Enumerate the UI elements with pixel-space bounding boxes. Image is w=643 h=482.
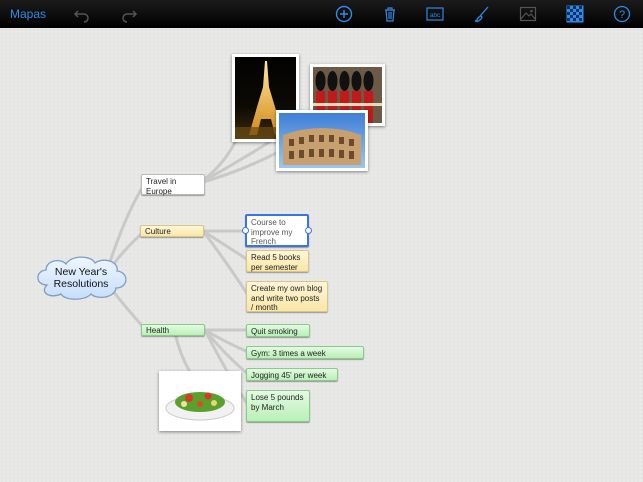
branch-culture[interactable]: Culture <box>140 225 204 237</box>
node-jogging[interactable]: Jogging 45' per week <box>246 368 338 381</box>
node-read-books[interactable]: Read 5 books per semester <box>246 250 309 272</box>
node-french-course[interactable]: Course to improve my French <box>245 214 309 247</box>
branch-health[interactable]: Health <box>141 324 205 336</box>
node-quit-smoking[interactable]: Quit smoking <box>246 324 310 337</box>
node-lose-weight[interactable]: Lose 5 pounds by March <box>246 390 310 422</box>
central-topic-label: New Year's Resolutions <box>53 266 109 290</box>
salad-photo[interactable] <box>159 371 241 431</box>
resize-handle-right[interactable] <box>305 227 312 234</box>
salad-icon <box>165 392 235 421</box>
node-blog[interactable]: Create my own blog and write two posts /… <box>246 281 328 312</box>
colosseum-photo[interactable] <box>276 110 368 171</box>
node-gym[interactable]: Gym: 3 times a week <box>246 346 364 359</box>
branch-travel[interactable]: Travel in Europe <box>141 174 205 196</box>
colosseum-icon <box>283 128 361 165</box>
resize-handle-left[interactable] <box>242 227 249 234</box>
